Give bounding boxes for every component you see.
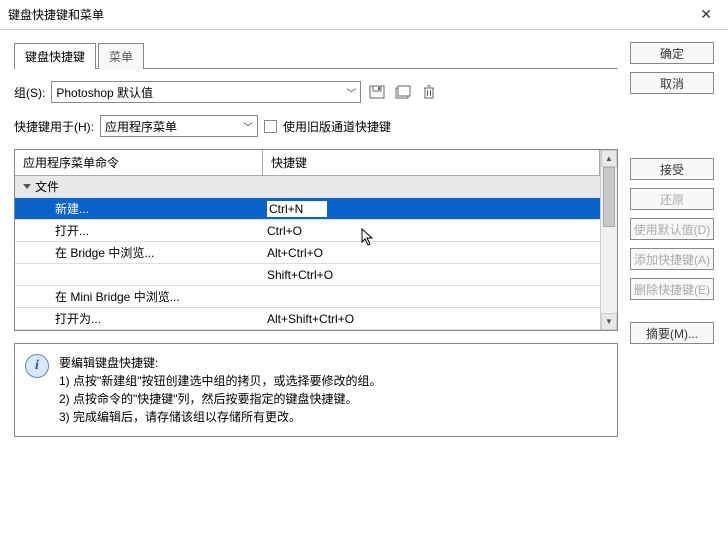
info-icon: i (25, 354, 49, 378)
spacer (630, 308, 714, 314)
use-default-button[interactable]: 使用默认值(D) (630, 218, 714, 240)
cmd-cell: 打开... (15, 222, 263, 239)
table-body: 应用程序菜单命令 快捷键 文件 新建... Ctrl+N 打开... Ctrl+… (15, 150, 600, 330)
window-title: 键盘快捷键和菜单 (8, 6, 104, 23)
spacer (630, 102, 714, 150)
group-row-file[interactable]: 文件 (15, 176, 600, 198)
info-line: 2) 点按命令的"快捷键"列，然后按要指定的键盘快捷键。 (59, 390, 382, 408)
accept-button[interactable]: 接受 (630, 158, 714, 180)
used-row: 快捷键用于(H): 应用程序菜单 ﹀ 使用旧版通道快捷键 (14, 115, 618, 137)
cmd-cell: 新建... (15, 200, 263, 217)
used-label: 快捷键用于(H): (14, 118, 94, 135)
chevron-down-icon: ﹀ (243, 119, 253, 134)
titlebar: 键盘快捷键和菜单 ✕ (0, 0, 728, 30)
table-row[interactable]: 打开为... Alt+Shift+Ctrl+O (15, 308, 600, 330)
info-line: 1) 点按"新建组"按钮创建选中组的拷贝，或选择要修改的组。 (59, 372, 382, 390)
dialog-body: 键盘快捷键 菜单 组(S): Photoshop 默认值 ﹀ 快捷键用于(H):… (0, 30, 728, 449)
scroll-down-icon[interactable]: ▼ (601, 313, 617, 330)
close-icon[interactable]: ✕ (692, 2, 720, 27)
info-box: i 要编辑键盘快捷键: 1) 点按"新建组"按钮创建选中组的拷贝，或选择要修改的… (14, 343, 618, 437)
shortcut-edit-field[interactable]: Ctrl+N (267, 201, 327, 217)
col-command[interactable]: 应用程序菜单命令 (15, 150, 263, 175)
table-row[interactable]: 打开... Ctrl+O (15, 220, 600, 242)
cmd-cell: 打开为... (15, 310, 263, 327)
key-cell[interactable]: Ctrl+N (263, 201, 600, 217)
ok-button[interactable]: 确定 (630, 42, 714, 64)
col-shortcut[interactable]: 快捷键 (263, 150, 600, 175)
used-select[interactable]: 应用程序菜单 ﹀ (100, 115, 258, 137)
new-set-icon[interactable] (393, 82, 413, 102)
table-row[interactable]: 在 Mini Bridge 中浏览... (15, 286, 600, 308)
main-panel: 键盘快捷键 菜单 组(S): Photoshop 默认值 ﹀ 快捷键用于(H):… (14, 42, 618, 437)
info-line: 3) 完成编辑后，请存储该组以存储所有更改。 (59, 408, 382, 426)
disclosure-triangle-icon (23, 184, 31, 189)
legacy-label: 使用旧版通道快捷键 (283, 118, 391, 135)
scroll-thumb[interactable] (603, 167, 615, 227)
button-column: 确定 取消 接受 还原 使用默认值(D) 添加快捷键(A) 删除快捷键(E) 摘… (630, 42, 714, 437)
tab-menus[interactable]: 菜单 (98, 43, 144, 69)
cmd-cell: 在 Bridge 中浏览... (15, 244, 263, 261)
key-cell: Shift+Ctrl+O (263, 268, 600, 282)
cmd-cell: 在 Mini Bridge 中浏览... (15, 288, 263, 305)
shortcut-table: 应用程序菜单命令 快捷键 文件 新建... Ctrl+N 打开... Ctrl+… (14, 149, 618, 331)
key-cell: Ctrl+O (263, 224, 600, 238)
delete-shortcut-button[interactable]: 删除快捷键(E) (630, 278, 714, 300)
set-value: Photoshop 默认值 (56, 84, 153, 101)
key-cell: Alt+Shift+Ctrl+O (263, 312, 600, 326)
chevron-down-icon: ﹀ (346, 85, 356, 100)
table-row[interactable]: 新建... Ctrl+N (15, 198, 600, 220)
vertical-scrollbar[interactable]: ▲ ▼ (600, 150, 617, 330)
scroll-track[interactable] (601, 167, 617, 313)
legacy-checkbox[interactable] (264, 120, 277, 133)
key-cell: Alt+Ctrl+O (263, 246, 600, 260)
trash-icon[interactable] (419, 82, 439, 102)
undo-button[interactable]: 还原 (630, 188, 714, 210)
tab-strip: 键盘快捷键 菜单 (14, 42, 618, 69)
group-label: 文件 (35, 178, 59, 195)
set-select[interactable]: Photoshop 默认值 ﹀ (51, 81, 361, 103)
add-shortcut-button[interactable]: 添加快捷键(A) (630, 248, 714, 270)
used-value: 应用程序菜单 (105, 118, 177, 135)
scroll-up-icon[interactable]: ▲ (601, 150, 617, 167)
save-set-icon[interactable] (367, 82, 387, 102)
info-title: 要编辑键盘快捷键: (59, 354, 382, 372)
info-text: 要编辑键盘快捷键: 1) 点按"新建组"按钮创建选中组的拷贝，或选择要修改的组。… (59, 354, 382, 426)
set-label: 组(S): (14, 84, 45, 101)
cancel-button[interactable]: 取消 (630, 72, 714, 94)
set-row: 组(S): Photoshop 默认值 ﹀ (14, 81, 618, 103)
table-row[interactable]: Shift+Ctrl+O (15, 264, 600, 286)
table-row[interactable]: 在 Bridge 中浏览... Alt+Ctrl+O (15, 242, 600, 264)
summary-button[interactable]: 摘要(M)... (630, 322, 714, 344)
table-header: 应用程序菜单命令 快捷键 (15, 150, 600, 176)
tab-shortcuts[interactable]: 键盘快捷键 (14, 43, 96, 69)
